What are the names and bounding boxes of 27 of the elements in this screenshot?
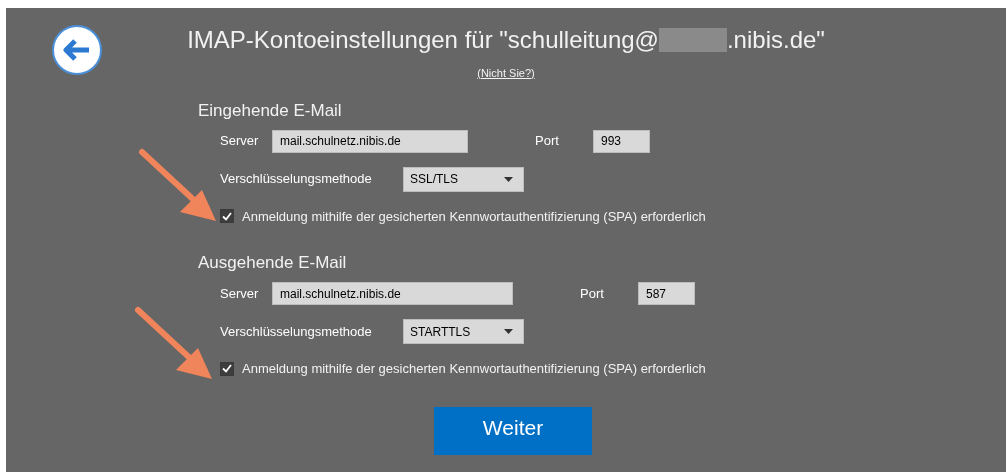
caret-icon <box>504 176 513 182</box>
window-title: IMAP-Kontoeinstellungen für "schulleitung@ <box>187 25 659 55</box>
checkbox-label: Anmeldung mithilfe der gesicherten Kennwortauthentifizierung (SPA) erforderlich <box>242 360 706 378</box>
field-label: Verschlüsselungsmethode <box>220 322 373 341</box>
field-label: Port <box>535 132 560 151</box>
checkbox-label: Anmeldung mithilfe der gesicherten Kennwortauthentifizierung (SPA) erforderlich <box>242 207 706 226</box>
server-field[interactable]: mail.schulnetz.nibis.de <box>272 282 513 305</box>
encryption-dropdown[interactable]: STARTTLS <box>403 319 524 344</box>
field-label: Server <box>220 132 260 151</box>
field-label: Port <box>580 284 605 303</box>
encryption-dropdown[interactable]: SSL/TLS <box>403 166 524 192</box>
checkbox[interactable] <box>220 209 234 224</box>
server-field[interactable]: mail.schulnetz.nibis.de <box>272 129 468 153</box>
not-you-link[interactable]: (Nicht Sie?) <box>477 65 535 82</box>
field-label: Verschlüsselungsmethode <box>220 170 373 189</box>
port-field[interactable]: 993 <box>593 129 650 153</box>
field-label: Server <box>220 284 260 303</box>
section-heading: Eingehende E-Mail <box>198 99 343 122</box>
port-field[interactable]: 587 <box>638 282 695 305</box>
checkbox[interactable] <box>220 361 234 376</box>
caret-icon <box>504 329 513 334</box>
next-button[interactable]: Weiter <box>434 406 592 455</box>
left-arrow-icon <box>63 39 91 61</box>
window-title: .nibis.de" <box>726 25 825 55</box>
redacted-block <box>658 28 727 52</box>
section-heading: Ausgehende E-Mail <box>198 252 348 274</box>
back-button[interactable] <box>52 25 102 75</box>
